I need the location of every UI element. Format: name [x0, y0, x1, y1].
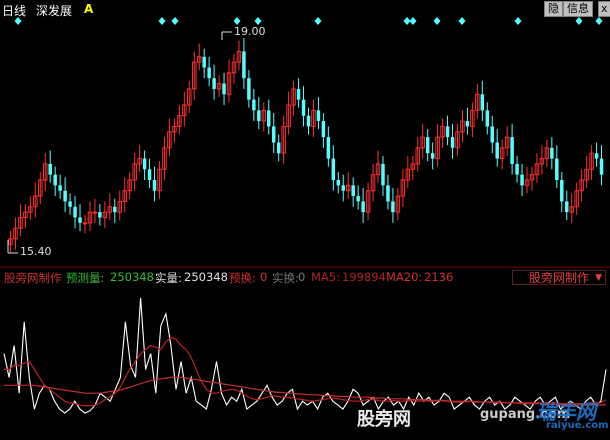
- candlestick-chart[interactable]: [0, 0, 610, 268]
- candle-body: [336, 180, 341, 186]
- candle-body: [386, 185, 390, 202]
- candle-body: [555, 158, 559, 180]
- candle-body: [560, 180, 564, 202]
- candle-body: [445, 126, 450, 138]
- candle-body: [212, 78, 216, 89]
- candle-body: [430, 153, 435, 159]
- candle-body: [306, 115, 311, 127]
- candle-body: [326, 137, 331, 159]
- candle-body: [381, 163, 385, 186]
- chevron-down-icon[interactable]: ▼: [595, 271, 602, 286]
- candle-body: [351, 185, 355, 197]
- predicted-turnover-value: 0: [260, 270, 268, 284]
- ma20-value: 2136: [424, 270, 454, 284]
- ma5-line: [4, 336, 607, 407]
- predicted-volume-value: 250348: [110, 270, 154, 284]
- candle-body: [276, 142, 281, 154]
- candle-body: [48, 163, 52, 175]
- event-marker-icon: [458, 17, 466, 25]
- candle-body: [98, 212, 102, 218]
- actual-volume-value: 250348: [184, 270, 228, 284]
- candle-body: [82, 222, 88, 225]
- candle-body: [490, 126, 494, 143]
- candle-body: [296, 88, 301, 100]
- ma5-label: MA5:: [311, 270, 340, 284]
- event-marker-icon: [403, 17, 411, 25]
- low-price-label: 15.40: [20, 245, 52, 258]
- candle-body: [73, 206, 77, 218]
- candle-body: [113, 206, 117, 213]
- indicator-name: 股旁网制作: [4, 271, 62, 285]
- candle-body: [207, 67, 211, 79]
- candle-body: [321, 121, 326, 138]
- ma5-value: 199894: [342, 270, 386, 284]
- event-marker-icon: [514, 17, 522, 25]
- candle-body: [267, 110, 271, 127]
- candle-body: [316, 110, 321, 122]
- candle-body: [331, 158, 336, 180]
- candle-body: [520, 174, 524, 186]
- candle-body: [222, 83, 226, 95]
- candle-body: [510, 137, 514, 164]
- candle-body: [142, 158, 147, 170]
- ma20-line: [4, 376, 607, 406]
- candle-body: [565, 201, 569, 213]
- event-marker-icon: [575, 17, 583, 25]
- candle-body: [550, 147, 554, 159]
- candle-body: [341, 185, 345, 191]
- actual-volume-label: 实量:: [155, 271, 182, 285]
- candle-body: [391, 201, 395, 213]
- candle-body: [495, 142, 499, 159]
- ma20-label: MA20:: [386, 270, 423, 284]
- candle-body: [480, 94, 485, 111]
- candle-body: [356, 196, 360, 202]
- event-marker-icon: [409, 17, 417, 25]
- event-marker-icon: [14, 17, 22, 25]
- stock-chart-window[interactable]: 日线 深发展 A 隐 信息 x 19.00 15.40 股旁网制作 预测量: 2…: [0, 0, 610, 440]
- candle-body: [252, 99, 256, 111]
- candle-body: [599, 158, 604, 175]
- event-marker-icon: [254, 17, 262, 25]
- candle-body: [257, 110, 261, 122]
- predicted-volume-label: 预测量:: [66, 271, 105, 285]
- candle-body: [425, 137, 430, 154]
- candle-body: [58, 185, 62, 191]
- predicted-turnover-label: 预换:: [229, 271, 256, 285]
- predicted-volume-line: [3, 297, 607, 414]
- candle-body: [202, 56, 206, 68]
- candle-body: [152, 180, 157, 191]
- candle-body: [450, 137, 455, 148]
- watermark-text-left: 股旁网: [357, 409, 411, 430]
- candle-body: [242, 51, 246, 79]
- event-marker-icon: [171, 17, 179, 25]
- candle-body: [78, 217, 82, 223]
- indicator-selector-dropdown[interactable]: 股旁网制作 ▼: [512, 270, 606, 285]
- candle-body: [485, 110, 490, 127]
- watermark-logo-en: raiyue.com: [546, 420, 609, 431]
- candle-body: [594, 153, 599, 159]
- candle-body: [515, 163, 519, 175]
- candle-body: [465, 121, 470, 127]
- candle-body: [361, 201, 365, 213]
- candle-body: [247, 78, 251, 100]
- event-marker-icon: [233, 17, 241, 25]
- candle-body: [92, 211, 98, 214]
- candle-body: [63, 190, 67, 202]
- candle-body: [301, 99, 306, 116]
- indicator-selector-label: 股旁网制作: [529, 271, 590, 285]
- event-marker-icon: [433, 17, 441, 25]
- candle-body: [271, 126, 276, 143]
- candle-body: [68, 201, 72, 207]
- event-marker-icon: [595, 17, 603, 25]
- candle-body: [147, 169, 152, 180]
- high-price-label: 19.00: [234, 25, 266, 38]
- actual-turnover-value: 0: [298, 270, 306, 284]
- event-marker-icon: [314, 17, 322, 25]
- candle-body: [53, 174, 57, 186]
- event-marker-icon: [158, 17, 166, 25]
- actual-turnover-label: 实换:: [272, 271, 299, 285]
